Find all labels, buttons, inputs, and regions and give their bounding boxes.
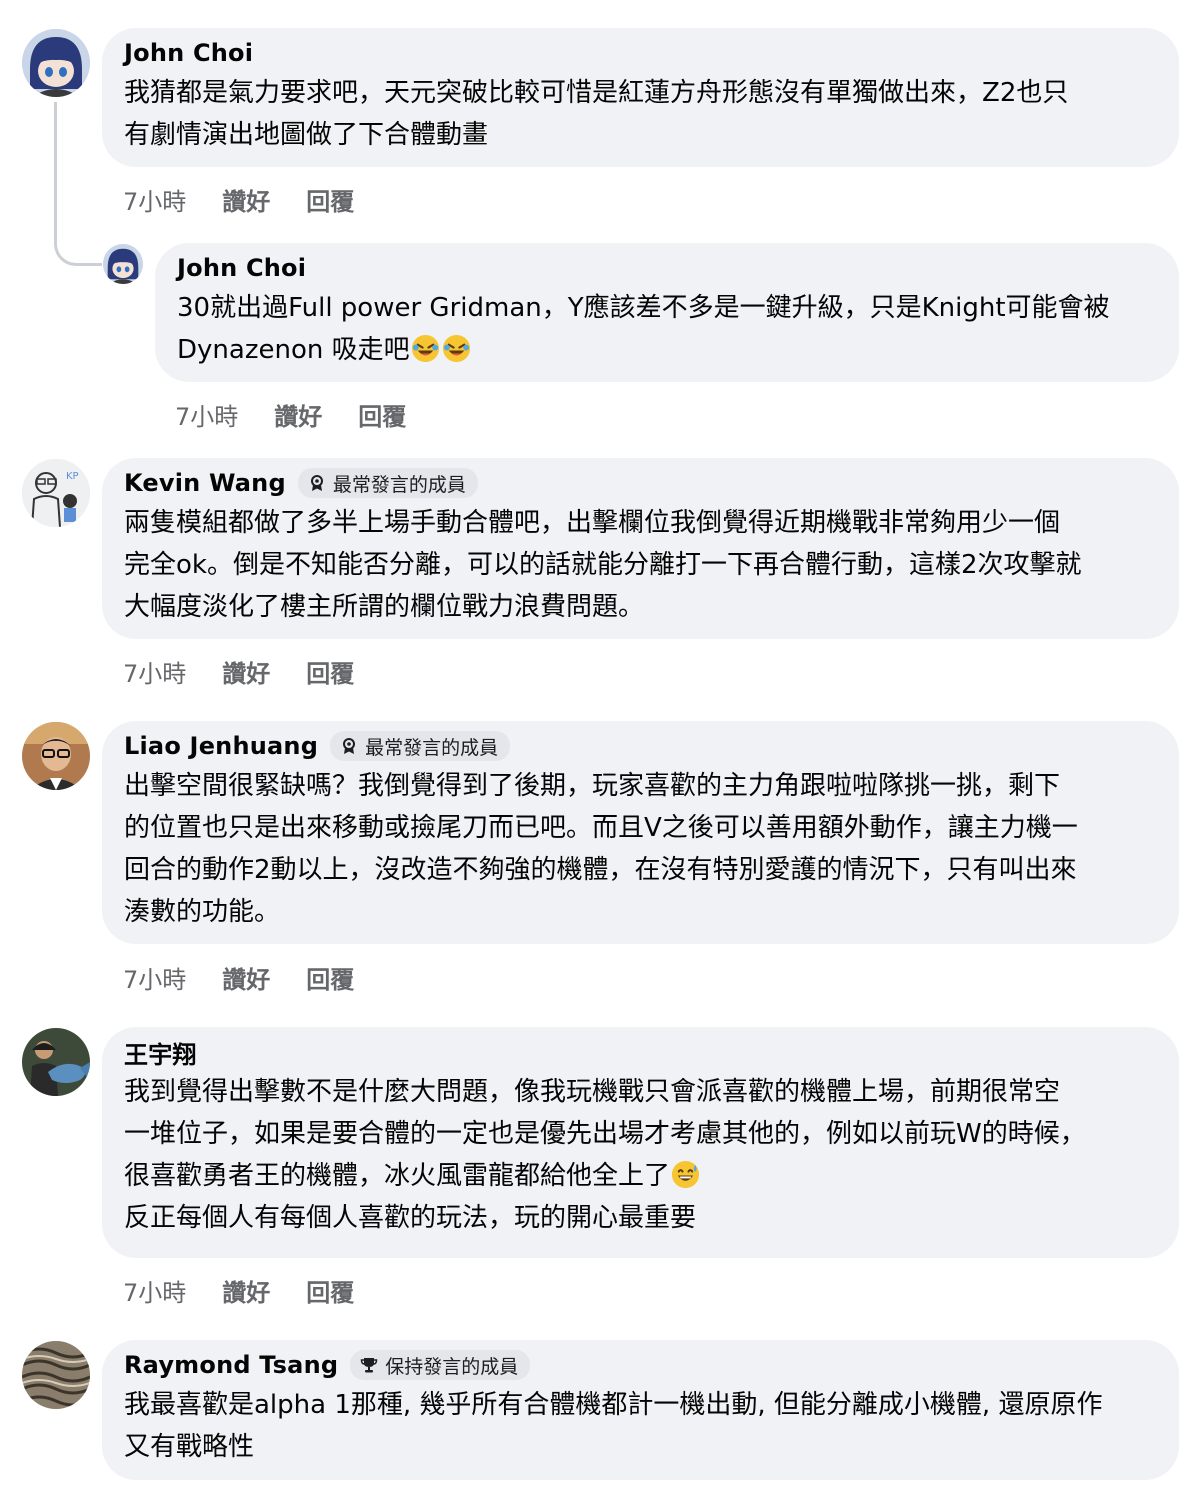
timestamp[interactable]: 7小時	[123, 960, 186, 995]
member-badge[interactable]: 最常發言的成員	[297, 468, 478, 498]
badge-label: 保持發言的成員	[385, 1355, 519, 1378]
comment-actions: 7小時 讚好 回覆	[123, 1273, 390, 1308]
reply-button[interactable]: 回覆	[306, 654, 354, 689]
comment-text: 出擊空間很緊缺嗎？我倒覺得到了後期，玩家喜歡的主力角跟啦啦隊挑一挑，剩下 的位置…	[124, 771, 1078, 927]
ribbon-award-icon	[310, 475, 323, 491]
timestamp[interactable]: 7小時	[123, 654, 186, 689]
comment-actions: 7小時 讚好 回覆	[123, 960, 390, 995]
rolling-laughing-emoji	[411, 334, 439, 363]
like-button[interactable]: 讚好	[222, 654, 270, 689]
comment-bubble: John Choi 我猜都是氣力要求吧，天元突破比較可惜是紅蓮方舟形態沒有單獨做…	[102, 28, 1179, 167]
reply-button[interactable]: 回覆	[306, 182, 354, 217]
comment-bubble: John Choi 30就出過Full power Gridman，Y應該差不多…	[155, 243, 1179, 382]
like-button[interactable]: 讚好	[222, 960, 270, 995]
reply-button[interactable]: 回覆	[358, 397, 406, 432]
badge-label: 最常發言的成員	[332, 473, 466, 496]
thread-connector-line	[54, 102, 102, 266]
trophy-icon	[360, 1358, 378, 1373]
anime-avatar-icon	[22, 29, 90, 97]
author-name[interactable]: Liao Jenhuang	[124, 732, 318, 760]
comment-text: 我猜都是氣力要求吧，天元突破比較可惜是紅蓮方舟形態沒有單獨做出來，Z2也只 有劇…	[124, 78, 1069, 150]
anime-avatar-icon	[103, 244, 143, 284]
avatar[interactable]	[22, 1341, 90, 1409]
grinning-sweat-emoji	[671, 1160, 700, 1189]
like-button[interactable]: 讚好	[274, 397, 322, 432]
photo-avatar-icon	[22, 722, 90, 790]
comment-actions: 7小時 讚好 回覆	[175, 397, 442, 432]
timestamp[interactable]: 7小時	[123, 1273, 186, 1308]
comment-text: 兩隻模組都做了多半上場手動合體吧，出擊欄位我倒覺得近期機戰非常夠用少一個 完全o…	[124, 508, 1082, 622]
comment-text: 我到覺得出擊數不是什麼大問題，像我玩機戰只會派喜歡的機體上場，前期很常空 一堆位…	[124, 1071, 1157, 1197]
avatar[interactable]	[22, 29, 90, 97]
comment-text-body: 我到覺得出擊數不是什麼大問題，像我玩機戰只會派喜歡的機體上場，前期很常空 一堆位…	[124, 1077, 1086, 1191]
comment-text-line: 反正每個人有每個人喜歡的玩法，玩的開心最重要	[124, 1203, 697, 1233]
author-name[interactable]: 王宇翔	[124, 1035, 197, 1070]
comment-text-body: 30就出過Full power Gridman，Y應該差不多是一鍵升級，只是Kn…	[177, 293, 1110, 365]
comment-bubble: Kevin Wang 最常發言的成員 兩隻模組都做了多半上場手動合體吧，出擊欄位…	[102, 458, 1179, 639]
comment-bubble: 王宇翔 我到覺得出擊數不是什麼大問題，像我玩機戰只會派喜歡的機體上場，前期很常空…	[102, 1027, 1179, 1258]
svg-text:KP: KP	[66, 471, 79, 482]
avatar[interactable]	[22, 722, 90, 790]
reply-button[interactable]: 回覆	[306, 960, 354, 995]
member-badge[interactable]: 最常發言的成員	[330, 731, 511, 761]
author-name[interactable]: Raymond Tsang	[124, 1351, 338, 1379]
timestamp[interactable]: 7小時	[123, 182, 186, 217]
like-button[interactable]: 讚好	[222, 1273, 270, 1308]
avatar[interactable]	[22, 1028, 90, 1096]
member-badge[interactable]: 保持發言的成員	[350, 1350, 531, 1380]
badge-label: 最常發言的成員	[365, 736, 499, 759]
avatar[interactable]: KP	[22, 459, 90, 527]
comment-actions: 7小時 讚好 回覆	[123, 182, 390, 217]
fish-photo-avatar-icon	[22, 1028, 90, 1096]
sketch-avatar-icon: KP	[22, 459, 90, 527]
reply-button[interactable]: 回覆	[306, 1273, 354, 1308]
author-name[interactable]: John Choi	[124, 39, 253, 67]
like-button[interactable]: 讚好	[222, 182, 270, 217]
comment-bubble: Liao Jenhuang 最常發言的成員 出擊空間很緊缺嗎？我倒覺得到了後期，…	[102, 721, 1179, 944]
comment-bubble: Raymond Tsang 保持發言的成員 我最喜歡是alpha 1那種, 幾乎…	[102, 1340, 1179, 1480]
comment-actions: 7小時 讚好 回覆	[123, 654, 390, 689]
texture-avatar-icon	[22, 1341, 90, 1409]
rolling-laughing-emoji	[442, 334, 470, 363]
comment-text: 我最喜歡是alpha 1那種, 幾乎所有合體機都計一機出動, 但能分離成小機體,…	[124, 1390, 1103, 1462]
ribbon-award-icon	[343, 738, 356, 754]
author-name[interactable]: Kevin Wang	[124, 469, 286, 497]
comment-text: 30就出過Full power Gridman，Y應該差不多是一鍵升級，只是Kn…	[177, 287, 1157, 371]
author-name[interactable]: John Choi	[177, 254, 306, 282]
timestamp[interactable]: 7小時	[175, 397, 238, 432]
avatar[interactable]	[103, 244, 143, 284]
